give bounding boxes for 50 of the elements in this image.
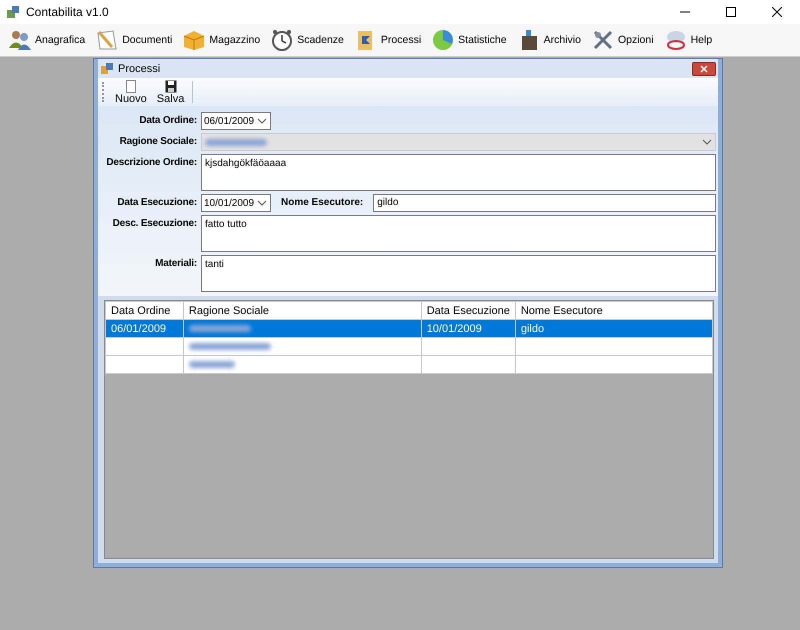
description-field[interactable]: fatto tutto <box>201 215 716 252</box>
toolbar-button[interactable]: Archivio <box>514 26 583 54</box>
people-icon <box>8 28 32 52</box>
document-icon <box>95 28 120 52</box>
toolbar-button[interactable]: Processi <box>352 26 424 54</box>
caret-icon <box>702 139 712 145</box>
column-header[interactable]: Ragione Sociale <box>183 302 422 320</box>
caret-icon <box>257 118 267 124</box>
box-icon <box>182 28 206 52</box>
toolbar-button[interactable]: Statistiche <box>429 26 509 54</box>
field-label: Data Esecuzione: <box>116 196 197 208</box>
toolbar-button[interactable]: Help <box>662 26 714 54</box>
date-picker[interactable]: 06/01/2009 <box>201 112 271 130</box>
window-title: Processi <box>118 62 162 74</box>
toolbar-button[interactable]: Nuovo <box>113 80 149 104</box>
window-title: Contabilita v1.0 <box>26 5 110 19</box>
column-header[interactable]: Nome Esecutore <box>515 302 712 320</box>
pie-chart-icon <box>431 28 456 52</box>
close-button[interactable] <box>692 62 716 76</box>
description-field[interactable]: kjsdahgökfäöaaaa <box>201 154 716 191</box>
field-label: Materiali: <box>154 257 197 269</box>
app-icon <box>6 5 20 19</box>
table-row[interactable] <box>106 338 712 356</box>
column-header[interactable]: Data Esecuzione <box>421 302 516 320</box>
table-cell: 10/01/2009 <box>421 320 516 338</box>
table-cell: gildo <box>515 320 712 338</box>
toolbar-button[interactable]: Documenti <box>93 26 174 54</box>
toolbar-button[interactable]: Opzioni <box>588 26 656 54</box>
close-icon <box>700 64 708 72</box>
materials-field[interactable]: tanti <box>201 255 716 292</box>
table-row[interactable]: 06/01/2009 10/01/2009 gildo <box>106 320 712 338</box>
field-label: Ragione Sociale: <box>118 135 197 147</box>
field-label: Desc. Esecuzione: <box>112 217 197 229</box>
page-icon <box>124 80 137 92</box>
table-cell: 06/01/2009 <box>106 320 184 338</box>
input-field[interactable]: gildo <box>373 194 716 212</box>
save-icon <box>164 80 177 92</box>
toolbar-button[interactable]: Magazzino <box>180 26 262 54</box>
clock-icon <box>270 28 294 52</box>
toolbar-button[interactable]: Anagrafica <box>6 26 88 54</box>
caret-icon <box>257 200 267 206</box>
toolbar-button[interactable]: Salva <box>154 80 186 104</box>
field-label: Nome Esecutore: <box>280 196 364 208</box>
field-label: Descrizione Ordine: <box>105 156 197 168</box>
field-label: Data Ordine: <box>138 114 197 126</box>
toolbar-button[interactable]: Scadenze <box>268 26 346 54</box>
app-icon <box>100 62 114 76</box>
table-row[interactable] <box>106 356 712 374</box>
date-picker[interactable]: 10/01/2009 <box>201 194 271 212</box>
column-header[interactable]: Data Ordine <box>106 302 184 320</box>
